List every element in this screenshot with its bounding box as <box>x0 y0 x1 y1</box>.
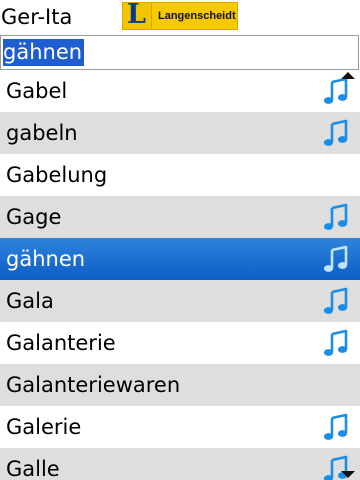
list-item-label: Galle <box>6 457 60 480</box>
search-input-value: gähnen <box>3 39 85 66</box>
music-note-icon[interactable] <box>322 245 350 273</box>
list-item[interactable]: Galerie <box>0 406 360 448</box>
music-note-icon[interactable] <box>322 413 350 441</box>
list-item-label: Gabelung <box>6 163 108 187</box>
word-list[interactable]: Gabel gabeln Gabelung Gage gähnen Gala Galante… <box>0 70 360 480</box>
list-item-label: gabeln <box>6 121 78 145</box>
music-note-icon[interactable] <box>322 119 350 147</box>
list-item[interactable]: Gage <box>0 196 360 238</box>
music-note-icon[interactable] <box>322 203 350 231</box>
logo-text: Langenscheidt <box>158 10 236 22</box>
list-item[interactable]: Gala <box>0 280 360 322</box>
music-note-icon[interactable] <box>322 77 350 105</box>
langenscheidt-logo: L Langenscheidt <box>122 0 238 30</box>
app-header: Ger-Ita L Langenscheidt <box>0 0 360 34</box>
list-item[interactable]: Galle <box>0 448 360 480</box>
scroll-down-arrow-icon[interactable] <box>341 471 355 478</box>
list-item-label: Gage <box>6 205 62 229</box>
logo-letter: L <box>127 0 146 30</box>
music-note-icon[interactable] <box>322 287 350 315</box>
list-item-label: gähnen <box>6 247 86 271</box>
list-item[interactable]: Gabel <box>0 70 360 112</box>
list-item[interactable]: gabeln <box>0 112 360 154</box>
list-item-selected[interactable]: gähnen <box>0 238 360 280</box>
list-item-label: Galanterie <box>6 331 116 355</box>
music-note-icon[interactable] <box>322 329 350 357</box>
scroll-up-arrow-icon[interactable] <box>341 72 355 79</box>
list-item-label: Galanteriewaren <box>6 373 181 397</box>
search-input[interactable]: gähnen <box>0 35 359 70</box>
list-item-label: Gala <box>6 289 54 313</box>
app-title: Ger-Ita <box>1 5 73 29</box>
list-item[interactable]: Galanterie <box>0 322 360 364</box>
list-item[interactable]: Gabelung <box>0 154 360 196</box>
list-item-label: Gabel <box>6 79 68 103</box>
langenscheidt-l-mark: L <box>123 0 152 30</box>
list-item-label: Galerie <box>6 415 82 439</box>
list-item[interactable]: Galanteriewaren <box>0 364 360 406</box>
